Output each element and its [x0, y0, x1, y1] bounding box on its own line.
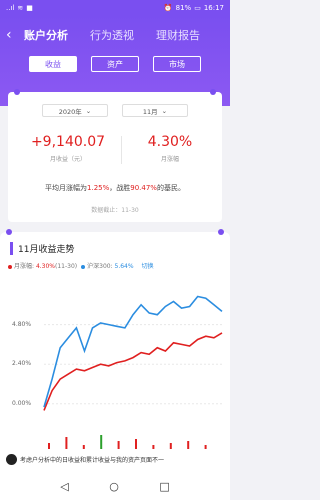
- date-selectors: 2020年 ⌄ 11月 ⌄: [8, 104, 222, 117]
- tab-account-analysis[interactable]: 账户分析: [24, 27, 68, 43]
- signal-icon: ..ıl: [6, 4, 15, 12]
- y-tick-label: 4.80%: [12, 320, 32, 328]
- pill-assets[interactable]: 资产: [91, 56, 139, 72]
- bar: [65, 437, 68, 449]
- bar: [48, 443, 50, 449]
- data-as-of: 数据截止：11-30: [91, 207, 139, 214]
- divider: [121, 136, 122, 164]
- tab-behavior[interactable]: 行为透视: [90, 27, 134, 43]
- battery-icon: ▭: [194, 4, 201, 12]
- avg-gain: 1.25%: [87, 184, 110, 192]
- segment-pills: 收益 资产 市场: [0, 56, 230, 72]
- status-bar: ..ıl ≋ ■ ⏰ 81% ▭ 16:17: [0, 0, 230, 16]
- legend-index: 沪深300: 5.64%: [81, 261, 134, 270]
- chart-legend: 月涨幅: 4.30%(11-30) 沪深300: 5.64% 切换: [8, 261, 154, 270]
- top-nav: ‹ 账户分析 行为透视 理财报告: [0, 24, 230, 46]
- clock: 16:17: [203, 4, 224, 12]
- pill-market[interactable]: 市场: [153, 56, 201, 72]
- notification-icon: ■: [26, 4, 33, 12]
- y-tick-label: 0.00%: [12, 399, 32, 407]
- battery-percent: 81%: [175, 4, 192, 12]
- back-icon[interactable]: ‹: [6, 27, 22, 43]
- summary-sentence: 平均月涨幅为1.25%，战胜90.47%的基民。: [8, 183, 222, 193]
- y-tick-label: 2.40%: [12, 360, 32, 368]
- monthly-income-value: +9,140.07: [30, 134, 106, 150]
- monthly-income-stat: +9,140.07 月收益（元）: [18, 134, 118, 163]
- grid: [44, 324, 222, 405]
- binder-ring-icon: [218, 229, 224, 235]
- monthly-gain-label: 月涨幅: [160, 156, 179, 163]
- monthly-gain-value: 4.30%: [147, 134, 193, 150]
- alarm-icon: ⏰: [163, 4, 173, 12]
- summary-mid: ，战胜: [109, 184, 131, 192]
- series-line-self: [43, 332, 223, 411]
- beat-pct: 90.47%: [130, 184, 157, 192]
- trend-card: 11月收益走势 月涨幅: 4.30%(11-30) 沪深300: 5.64% 切…: [0, 229, 230, 490]
- info-banner: 考虑户分析中的日收益和累计收益与我的资产页面不一: [6, 454, 224, 465]
- legend-dot-icon: [8, 264, 12, 269]
- bar: [135, 439, 137, 449]
- summary-suffix: 的基民。: [156, 184, 185, 192]
- bar: [117, 441, 120, 449]
- year-select[interactable]: 2020年 ⌄: [42, 104, 108, 117]
- series-lines: [43, 295, 223, 411]
- nav-back-icon[interactable]: ◁: [60, 480, 68, 493]
- bot-avatar-icon: [6, 454, 17, 465]
- year-value: 2020年: [58, 107, 82, 116]
- tab-report[interactable]: 理财报告: [156, 27, 200, 43]
- binder-ring-icon: [6, 229, 12, 235]
- legend-index-value: 5.64%: [114, 263, 134, 270]
- bar: [82, 445, 85, 449]
- chevron-down-icon: ⌄: [161, 106, 168, 115]
- bar: [187, 441, 190, 449]
- chevron-down-icon: ⌄: [85, 106, 92, 115]
- wifi-icon: ≋: [17, 4, 24, 12]
- month-select[interactable]: 11月 ⌄: [122, 104, 188, 117]
- banner-text: 考虑户分析中的日收益和累计收益与我的资产页面不一: [20, 457, 165, 464]
- nav-home-icon[interactable]: ○: [109, 480, 119, 493]
- legend-self-label: 月涨幅:: [14, 263, 36, 270]
- bar: [100, 435, 103, 449]
- trend-chart: [43, 295, 223, 449]
- binder-ring-icon: [210, 89, 216, 95]
- legend-dot-icon: [81, 264, 86, 269]
- series-line-index: [43, 295, 223, 408]
- legend-index-label: 沪深300:: [87, 263, 115, 270]
- legend-self-value: 4.30%: [35, 263, 55, 270]
- binder-ring-icon: [14, 89, 20, 95]
- chart-title: 11月收益走势: [10, 242, 74, 255]
- month-value: 11月: [142, 107, 158, 116]
- bars: [48, 435, 207, 449]
- bar: [152, 445, 155, 449]
- summary-prefix: 平均月涨幅为: [45, 184, 88, 192]
- legend-self: 月涨幅: 4.30%(11-30): [8, 261, 77, 270]
- bar: [169, 443, 172, 449]
- monthly-gain-stat: 4.30% 月涨幅: [128, 134, 212, 163]
- pill-income[interactable]: 收益: [29, 56, 77, 72]
- summary-card: 2020年 ⌄ 11月 ⌄ +9,140.07 月收益（元） 4.30% 月涨幅…: [8, 89, 222, 222]
- nav-recent-icon[interactable]: □: [159, 480, 169, 493]
- system-nav-bar: ◁ ○ □: [0, 472, 230, 500]
- bar: [204, 445, 207, 449]
- switch-link[interactable]: 切换: [142, 261, 154, 270]
- monthly-income-label: 月收益（元）: [49, 156, 86, 163]
- legend-self-date: (11-30): [55, 263, 78, 270]
